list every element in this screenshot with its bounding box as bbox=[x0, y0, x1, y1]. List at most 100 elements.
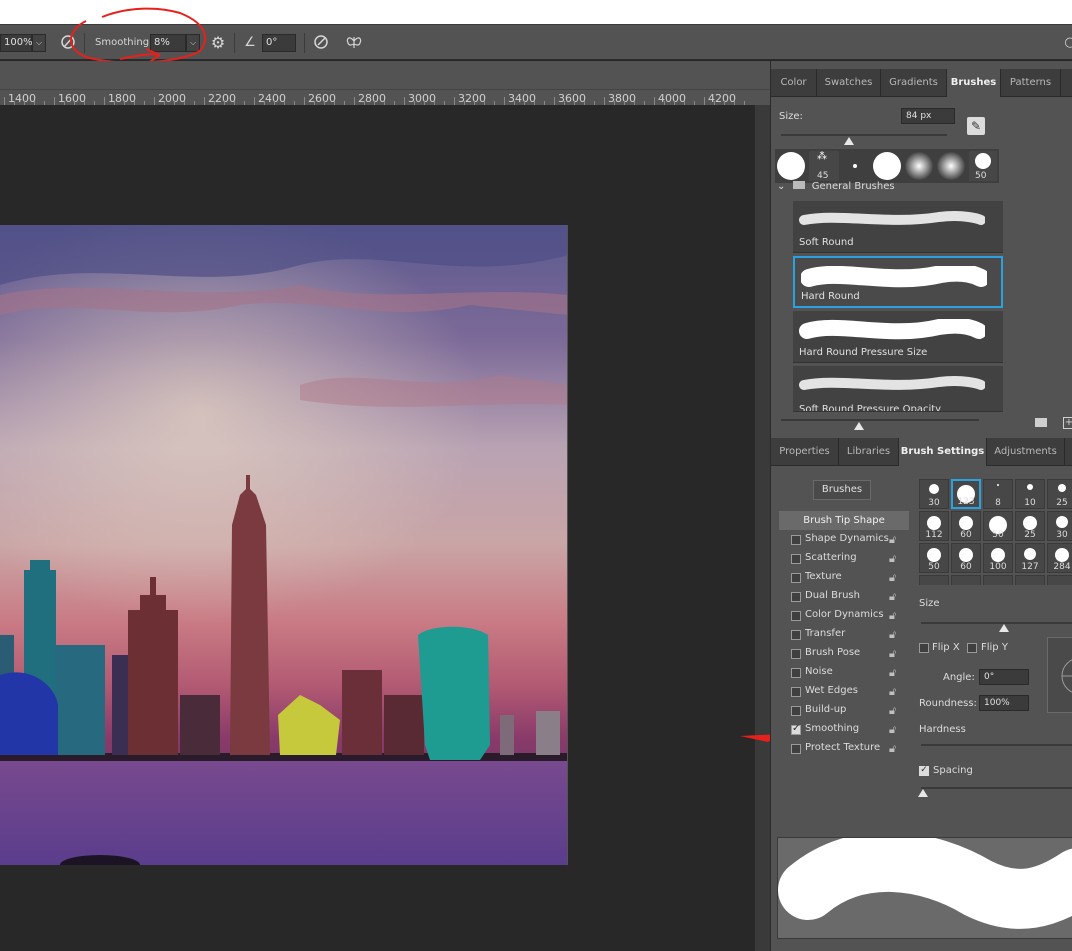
flip-y-checkbox[interactable] bbox=[967, 643, 977, 653]
option-checkbox[interactable] bbox=[791, 630, 801, 640]
brush-preset[interactable] bbox=[1015, 575, 1045, 585]
lock-icon[interactable]: 🔓︎ bbox=[889, 571, 896, 585]
roundness-field[interactable]: 100% bbox=[979, 695, 1029, 711]
recent-brush-edit[interactable]: 50 bbox=[969, 151, 997, 181]
brush-option-noise[interactable]: Noise 🔓︎ bbox=[779, 664, 909, 683]
option-checkbox[interactable] bbox=[791, 554, 801, 564]
opacity-dropdown[interactable]: ⌵ bbox=[32, 34, 46, 52]
lock-icon[interactable]: 🔓︎ bbox=[889, 533, 896, 547]
size-slider[interactable] bbox=[921, 622, 1072, 624]
tab-libraries[interactable]: Libraries bbox=[839, 438, 899, 466]
option-checkbox[interactable] bbox=[791, 573, 801, 583]
brush-option-brush-pose[interactable]: Brush Pose 🔓︎ bbox=[779, 645, 909, 664]
spacing-checkbox[interactable]: ✓ bbox=[919, 766, 929, 776]
angle-field[interactable]: 0° bbox=[262, 34, 296, 52]
spacing-slider[interactable] bbox=[921, 787, 1072, 789]
recent-brush-round[interactable] bbox=[873, 152, 901, 180]
hardness-slider[interactable] bbox=[921, 744, 1072, 746]
chevron-down-icon[interactable]: ⌄ bbox=[777, 181, 785, 192]
lock-icon[interactable]: 🔓︎ bbox=[889, 685, 896, 699]
brush-preset[interactable]: 25 bbox=[1015, 511, 1045, 541]
option-checkbox[interactable] bbox=[791, 535, 801, 545]
brush-option-texture[interactable]: Texture 🔓︎ bbox=[779, 569, 909, 588]
brush-preset[interactable]: 10 bbox=[1015, 479, 1045, 509]
lock-icon[interactable]: 🔓︎ bbox=[889, 647, 896, 661]
opacity-field[interactable]: 100% bbox=[0, 34, 33, 52]
brush-option-build-up[interactable]: Build-up 🔓︎ bbox=[779, 702, 909, 721]
tab-color[interactable]: Color bbox=[771, 69, 817, 97]
lock-icon[interactable]: 🔓︎ bbox=[889, 704, 896, 718]
brush-preset[interactable]: 112 bbox=[919, 511, 949, 541]
brush-option-wet-edges[interactable]: Wet Edges 🔓︎ bbox=[779, 683, 909, 702]
brush-preset[interactable]: 30 bbox=[919, 479, 949, 509]
folder-icon[interactable] bbox=[1035, 418, 1047, 427]
document-image[interactable] bbox=[0, 225, 568, 865]
brush-option-dual-brush[interactable]: Dual Brush 🔓︎ bbox=[779, 588, 909, 607]
lock-icon[interactable]: 🔓︎ bbox=[889, 590, 896, 604]
brush-item[interactable]: Soft Round Pressure Opacity bbox=[793, 366, 1003, 412]
brush-item[interactable]: Hard Round Pressure Size bbox=[793, 311, 1003, 363]
recent-brush-soft-2[interactable] bbox=[937, 152, 965, 180]
recent-brush-scatter[interactable]: ⁂ 45 bbox=[809, 151, 839, 181]
lock-icon[interactable]: 🔓︎ bbox=[889, 628, 896, 642]
preview-size-slider-thumb[interactable] bbox=[854, 422, 864, 430]
lock-icon[interactable]: 🔓︎ bbox=[889, 723, 896, 737]
brush-preset[interactable]: 30 bbox=[1047, 511, 1072, 541]
brush-size-field[interactable]: 84 px bbox=[901, 108, 955, 124]
option-checkbox[interactable] bbox=[791, 706, 801, 716]
option-checkbox[interactable] bbox=[791, 744, 801, 754]
brush-option-protect-texture[interactable]: Protect Texture 🔓︎ bbox=[779, 740, 909, 759]
brush-option-shape-dynamics[interactable]: Shape Dynamics 🔓︎ bbox=[779, 531, 909, 550]
brush-preset[interactable]: 25 bbox=[1047, 479, 1072, 509]
tab-gradients[interactable]: Gradients bbox=[881, 69, 947, 97]
brush-preset[interactable]: 284 bbox=[1047, 543, 1072, 573]
lock-icon[interactable]: 🔓︎ bbox=[889, 552, 896, 566]
add-icon[interactable]: + bbox=[1063, 417, 1072, 429]
canvas-area[interactable] bbox=[0, 105, 754, 951]
symmetry-butterfly-icon[interactable] bbox=[344, 33, 364, 53]
brush-option-color-dynamics[interactable]: Color Dynamics 🔓︎ bbox=[779, 607, 909, 626]
brush-item[interactable]: Soft Round bbox=[793, 201, 1003, 253]
brush-preset[interactable]: 8 bbox=[983, 479, 1013, 509]
angle-roundness-widget[interactable] bbox=[1047, 637, 1072, 713]
brush-item-selected[interactable]: Hard Round bbox=[793, 256, 1003, 308]
option-checkbox[interactable] bbox=[791, 668, 801, 678]
brush-option-transfer[interactable]: Transfer 🔓︎ bbox=[779, 626, 909, 645]
brush-group-header[interactable]: ⌄ General Brushes bbox=[777, 181, 895, 193]
flip-x-checkbox[interactable] bbox=[919, 643, 929, 653]
preview-size-slider[interactable] bbox=[781, 419, 979, 421]
option-checkbox[interactable] bbox=[791, 649, 801, 659]
brush-size-slider-thumb[interactable] bbox=[844, 137, 854, 145]
brush-preset[interactable]: 127 bbox=[1015, 543, 1045, 573]
recent-brush-soft[interactable] bbox=[905, 152, 933, 180]
tab-adjustments[interactable]: Adjustments bbox=[987, 438, 1065, 466]
brush-edit-icon[interactable]: ✎ bbox=[967, 117, 985, 135]
tab-patterns[interactable]: Patterns bbox=[1001, 69, 1061, 97]
brush-preset[interactable] bbox=[951, 575, 981, 585]
tab-swatches[interactable]: Swatches bbox=[817, 69, 881, 97]
option-checkbox[interactable] bbox=[791, 687, 801, 697]
pressure-size-icon[interactable] bbox=[311, 33, 331, 53]
tab-brushes[interactable]: Brushes bbox=[947, 69, 1001, 97]
brush-preset[interactable] bbox=[1047, 575, 1072, 585]
tab-brush-settings[interactable]: Brush Settings bbox=[899, 438, 987, 466]
lock-icon[interactable]: 🔓︎ bbox=[889, 742, 896, 756]
brush-tip-shape[interactable]: Brush Tip Shape bbox=[779, 511, 909, 530]
brush-option-smoothing[interactable]: Smoothing 🔓︎ bbox=[779, 721, 909, 740]
brush-preset[interactable] bbox=[919, 575, 949, 585]
angle-field[interactable]: 0° bbox=[979, 669, 1029, 685]
brush-size-slider[interactable] bbox=[781, 134, 947, 136]
brush-preset[interactable]: 123 bbox=[951, 479, 981, 509]
spacing-slider-thumb[interactable] bbox=[918, 789, 928, 797]
vertical-scrollbar[interactable] bbox=[754, 105, 770, 951]
lock-icon[interactable]: 🔓︎ bbox=[889, 609, 896, 623]
option-checkbox[interactable] bbox=[791, 611, 801, 621]
brush-preset[interactable]: 100 bbox=[983, 543, 1013, 573]
lock-icon[interactable]: 🔓︎ bbox=[889, 666, 896, 680]
brush-preset[interactable]: 60 bbox=[951, 543, 981, 573]
brushes-button[interactable]: Brushes bbox=[813, 480, 871, 500]
option-checkbox[interactable] bbox=[791, 592, 801, 602]
brush-preset[interactable]: 60 bbox=[951, 511, 981, 541]
brush-preset[interactable]: 50 bbox=[919, 543, 949, 573]
brush-preset[interactable]: 50 bbox=[983, 511, 1013, 541]
